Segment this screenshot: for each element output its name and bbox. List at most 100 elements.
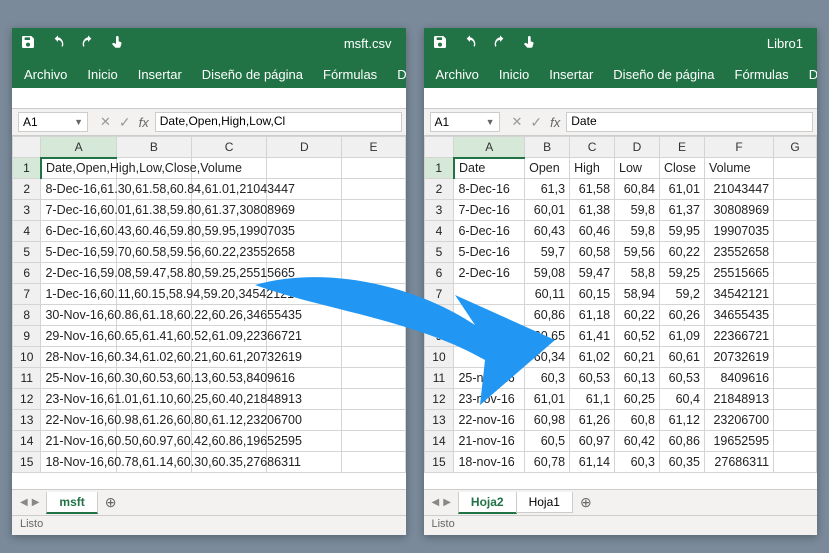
row-header[interactable]: 7	[424, 284, 454, 305]
dropdown-icon[interactable]: ▼	[486, 117, 495, 127]
col-header[interactable]: C	[570, 137, 615, 158]
dropdown-icon[interactable]: ▼	[74, 117, 83, 127]
cell[interactable]: 29-Nov-16,60.65,61.41,60.52,61.09,223667…	[41, 326, 116, 347]
cell[interactable]: 61,3	[525, 179, 570, 200]
select-all-cell[interactable]	[13, 137, 41, 158]
cell[interactable]: 58,8	[615, 263, 660, 284]
cell[interactable]	[342, 242, 405, 263]
row-header[interactable]: 5	[424, 242, 454, 263]
cell[interactable]: 8409616	[704, 368, 773, 389]
cell[interactable]: 61,1	[570, 389, 615, 410]
cell[interactable]: 30808969	[704, 200, 773, 221]
cell[interactable]	[454, 326, 525, 347]
cell[interactable]: 25-nov-16	[454, 368, 525, 389]
cell[interactable]	[454, 305, 525, 326]
row-header[interactable]: 14	[424, 431, 454, 452]
cell[interactable]: Close	[659, 158, 704, 179]
cancel-icon[interactable]: ✕	[512, 114, 523, 130]
col-header[interactable]: A	[41, 137, 116, 158]
cell[interactable]: 59,47	[570, 263, 615, 284]
row-header[interactable]: 11	[424, 368, 454, 389]
cell[interactable]: 61,18	[570, 305, 615, 326]
enter-icon[interactable]: ✓	[119, 114, 131, 131]
cell[interactable]	[454, 284, 525, 305]
cell[interactable]: 60,34	[525, 347, 570, 368]
cell[interactable]	[342, 158, 405, 179]
cell[interactable]	[774, 200, 817, 221]
cell[interactable]: Open	[525, 158, 570, 179]
fx-label[interactable]: fx	[548, 115, 566, 130]
cell[interactable]	[342, 410, 405, 431]
tab-insertar[interactable]: Insertar	[128, 61, 192, 88]
undo-icon[interactable]	[462, 34, 478, 53]
cell[interactable]	[774, 305, 817, 326]
cell[interactable]	[342, 431, 405, 452]
cell[interactable]	[774, 347, 817, 368]
cell[interactable]: Low	[615, 158, 660, 179]
cell[interactable]: 22-nov-16	[454, 410, 525, 431]
cell[interactable]: 60,01	[525, 200, 570, 221]
cell[interactable]	[342, 305, 405, 326]
cell[interactable]: 60,65	[525, 326, 570, 347]
cell[interactable]: Volume	[704, 158, 773, 179]
cell[interactable]: 8-Dec-16,61.30,61.58,60.84,61.01,2104344…	[41, 179, 116, 200]
cell[interactable]: 21043447	[704, 179, 773, 200]
cell[interactable]: Date,Open,High,Low,Close,Volume	[41, 158, 116, 179]
col-header[interactable]: F	[704, 137, 773, 158]
cell[interactable]: 19907035	[704, 221, 773, 242]
row-header[interactable]: 15	[13, 452, 41, 473]
col-header[interactable]: C	[191, 137, 266, 158]
cell[interactable]	[774, 410, 817, 431]
sheet-nav[interactable]: ◀▶	[12, 497, 47, 508]
row-header[interactable]: 10	[424, 347, 454, 368]
row-header[interactable]: 13	[424, 410, 454, 431]
row-header[interactable]: 3	[424, 200, 454, 221]
row-header[interactable]: 6	[424, 263, 454, 284]
cell[interactable]: 60,13	[615, 368, 660, 389]
cell[interactable]: 60,84	[615, 179, 660, 200]
cell[interactable]: 61,58	[570, 179, 615, 200]
cell[interactable]: 60,35	[659, 452, 704, 473]
cell[interactable]: 22-Nov-16,60.98,61.26,60.80,61.12,232067…	[41, 410, 116, 431]
row-header[interactable]: 4	[13, 221, 41, 242]
cell[interactable]: 5-Dec-16,59.70,60.58,59.56,60.22,2355265…	[41, 242, 116, 263]
cell[interactable]: 61,37	[659, 200, 704, 221]
row-header[interactable]: 15	[424, 452, 454, 473]
cell[interactable]: 60,22	[615, 305, 660, 326]
enter-icon[interactable]: ✓	[530, 114, 542, 131]
cell[interactable]: 60,11	[525, 284, 570, 305]
sheet-nav[interactable]: ◀▶	[424, 497, 459, 508]
row-header[interactable]: 1	[13, 158, 41, 179]
name-box[interactable]: A1 ▼	[18, 112, 88, 132]
cell[interactable]: 61,14	[570, 452, 615, 473]
cell[interactable]: 59,95	[659, 221, 704, 242]
cell[interactable]	[774, 221, 817, 242]
cell[interactable]: 60,53	[570, 368, 615, 389]
cell[interactable]	[342, 368, 405, 389]
fx-label[interactable]: fx	[137, 115, 155, 130]
cell[interactable]: 6-Dec-16,60.43,60.46,59.80,59.95,1990703…	[41, 221, 116, 242]
save-icon[interactable]	[432, 34, 448, 53]
cell[interactable]: 59,8	[615, 200, 660, 221]
cell[interactable]: 27686311	[704, 452, 773, 473]
row-header[interactable]: 9	[424, 326, 454, 347]
cell[interactable]: 60,46	[570, 221, 615, 242]
row-header[interactable]: 12	[13, 389, 41, 410]
col-header[interactable]: D	[267, 137, 342, 158]
cell[interactable]	[774, 368, 817, 389]
cell[interactable]: 23552658	[704, 242, 773, 263]
sheet-tab-msft[interactable]: msft	[46, 492, 97, 514]
cell[interactable]: 61,38	[570, 200, 615, 221]
cell[interactable]: 60,4	[659, 389, 704, 410]
cell[interactable]: 59,2	[659, 284, 704, 305]
cell[interactable]: 7-Dec-16	[454, 200, 525, 221]
cell[interactable]	[342, 179, 405, 200]
cell[interactable]: 1-Dec-16,60.11,60.15,58.94,59.20,3454212…	[41, 284, 116, 305]
col-header[interactable]: G	[774, 137, 817, 158]
cell[interactable]: 19652595	[704, 431, 773, 452]
cell[interactable]: 59,56	[615, 242, 660, 263]
formula-input[interactable]: Date	[566, 112, 813, 132]
cell[interactable]: Date	[454, 158, 525, 179]
cell[interactable]: 34655435	[704, 305, 773, 326]
redo-icon[interactable]	[492, 34, 508, 53]
